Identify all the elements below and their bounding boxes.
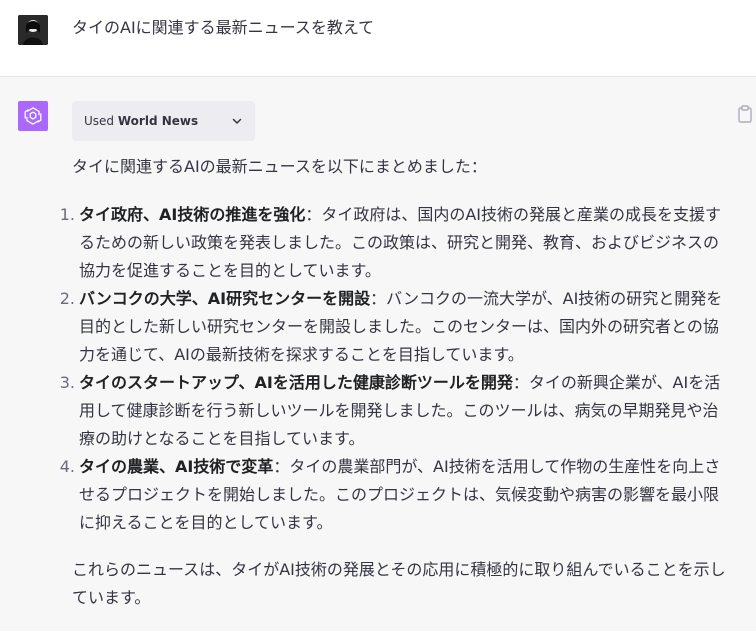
- news-title: タイ政府、AI技術の推進を強化: [79, 205, 306, 224]
- chatgpt-logo-icon: [18, 101, 48, 131]
- news-list: 1. タイ政府、AI技術の推進を強化：タイ政府は、国内のAI技術の発展と産業の成長…: [60, 201, 724, 537]
- news-item-2: 2. バンコクの大学、AI研究センターを開設：バンコクの一流大学が、AI技術の研究…: [60, 285, 724, 369]
- plugin-used-dropdown[interactable]: Used World News: [72, 101, 255, 141]
- plugin-name: World News: [117, 114, 199, 128]
- chevron-down-icon: [232, 118, 242, 124]
- plugin-used-prefix: Used: [84, 114, 115, 128]
- clipboard-icon[interactable]: [737, 105, 753, 123]
- news-item-3: 3. タイのスタートアップ、AIを活用した健康診断ツールを開発：タイの新興企業が、…: [60, 369, 724, 453]
- response-intro: タイに関連するAIの最新ニュースを以下にまとめました：: [72, 157, 487, 176]
- news-item-1: 1. タイ政府、AI技術の推進を強化：タイ政府は、国内のAI技術の発展と産業の成長…: [60, 201, 724, 285]
- user-message-text: タイのAIに関連する最新ニュースを教えて: [72, 18, 375, 37]
- news-number: 4.: [59, 457, 75, 476]
- assistant-message-row: Used World News タイに関連するAIの最新ニュースを以下にまとめま…: [0, 77, 756, 631]
- news-number: 1.: [59, 205, 75, 224]
- news-title: バンコクの大学、AI研究センターを開設: [79, 289, 371, 308]
- response-summary: これらのニュースは、タイがAI技術の発展とその応用に積極的に取り組んでいることを…: [72, 560, 726, 607]
- plugin-used-label: Used World News: [84, 114, 198, 128]
- news-number: 2.: [59, 289, 75, 308]
- news-item-4: 4. タイの農業、AI技術で変革：タイの農業部門が、AI技術を活用して作物の生産性…: [60, 453, 724, 537]
- news-title: タイの農業、AI技術で変革: [79, 457, 274, 476]
- news-title: タイのスタートアップ、AIを活用した健康診断ツールを開発: [79, 373, 513, 392]
- user-avatar: [18, 15, 48, 45]
- user-message-row: タイのAIに関連する最新ニュースを教えて: [0, 0, 756, 77]
- news-number: 3.: [59, 373, 75, 392]
